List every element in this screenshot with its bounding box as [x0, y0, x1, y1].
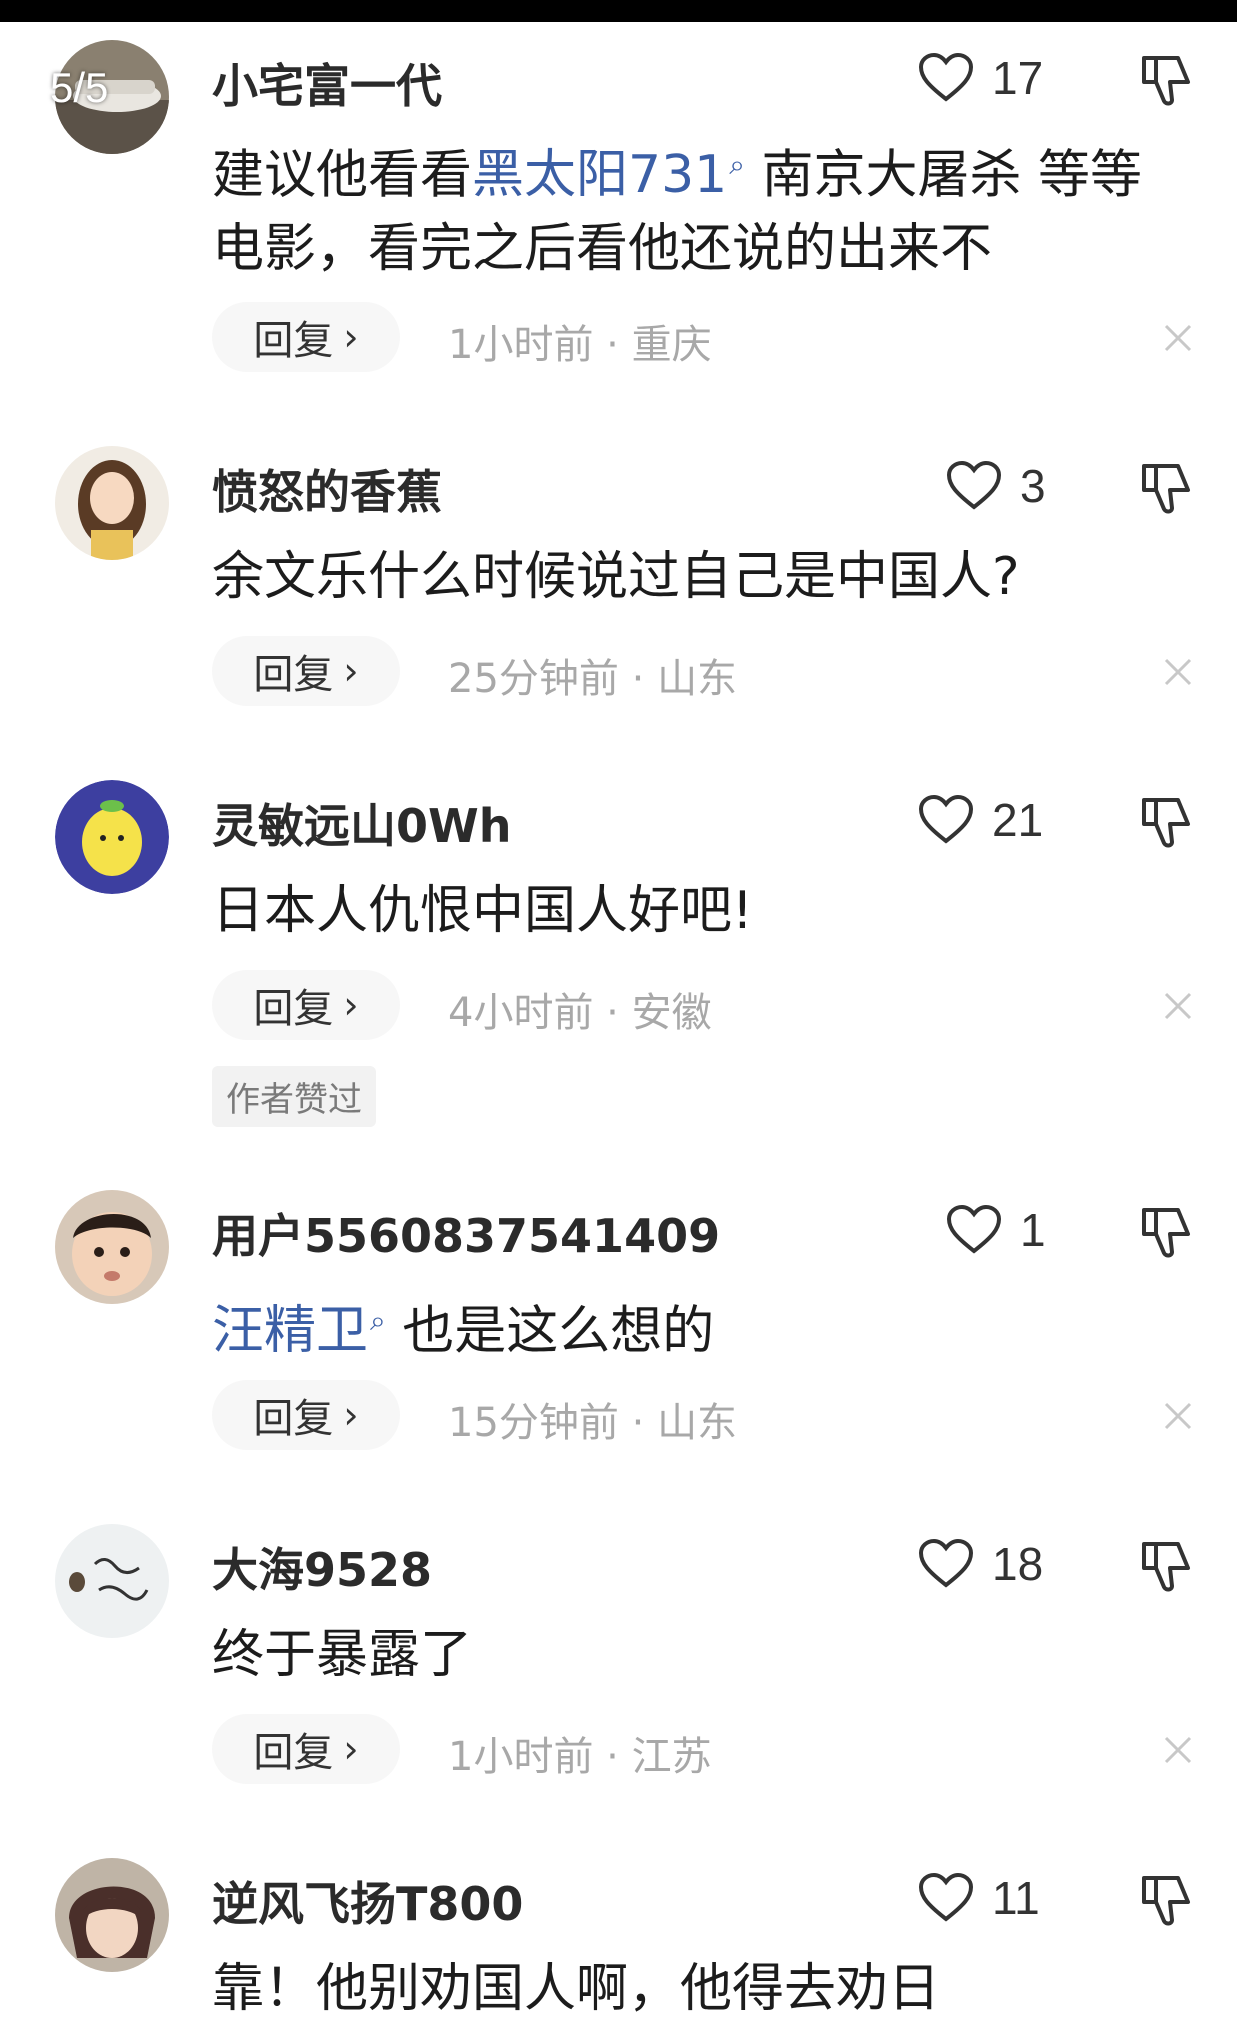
chevron-right-icon: › [343, 315, 359, 359]
avatar[interactable] [55, 1858, 169, 1972]
close-icon[interactable] [1160, 654, 1196, 690]
author-liked-badge: 作者赞过 [212, 1066, 376, 1127]
comment-time: 1小时前 [448, 1734, 594, 1780]
reply-button[interactable]: 回复 › [212, 302, 400, 372]
topic-link-label: 汪精卫 [212, 1301, 369, 1362]
avatar[interactable] [55, 780, 169, 894]
comment-meta: 4小时前 · 安徽 [448, 990, 712, 1036]
reply-button[interactable]: 回复 › [212, 1380, 400, 1450]
topic-link-label: 黑太阳731 [472, 145, 728, 206]
reply-button-label: 回复 [253, 1396, 334, 1442]
comment-text: 余文乐什么时候说过自己是中国人? [212, 547, 1020, 607]
heart-icon [946, 461, 1002, 510]
comment-meta: 1小时前 · 江苏 [448, 1734, 712, 1780]
comment-text: 建议他看看黑太阳731⌕ 南京大屠杀 等等电影，看完之后看他还说的出来不 [212, 128, 1192, 286]
comment-text: 靠！他别劝国人啊，他得去劝日 [212, 1959, 941, 2019]
comment-location: 江苏 [631, 1734, 712, 1780]
like-button[interactable]: 3 [946, 456, 1046, 516]
chevron-right-icon: › [343, 1727, 359, 1771]
comment-text-part: 也是这么想的 [385, 1301, 715, 1362]
search-icon: ⌕ [370, 1304, 386, 1337]
comment-text: 日本人仇恨中国人好吧! [212, 881, 753, 941]
dislike-icon[interactable] [1136, 1872, 1194, 1930]
like-count: 18 [992, 1538, 1044, 1590]
comment-text: 终于暴露了 [212, 1625, 473, 1685]
comment-text-part: 建议他看看 [212, 145, 473, 206]
reply-button[interactable]: 回复 › [212, 970, 400, 1040]
comment-time: 15分钟前 [448, 1400, 619, 1446]
heart-icon [918, 1539, 974, 1588]
handwriting-avatar-icon [55, 1524, 169, 1638]
close-icon[interactable] [1160, 1398, 1196, 1434]
page-indicator: 5/5 [50, 64, 109, 111]
like-count: 17 [992, 52, 1044, 104]
username[interactable]: 小宅富一代 [212, 50, 442, 116]
like-button[interactable]: 18 [918, 1534, 1043, 1594]
anime-character-avatar-icon [55, 1858, 169, 1972]
avatar[interactable] [55, 446, 169, 560]
username[interactable]: 逆风飞扬T800 [212, 1868, 523, 1934]
like-button[interactable]: 21 [918, 790, 1043, 850]
comment-time: 4小时前 [448, 990, 594, 1036]
baby-photo-avatar-icon [55, 1190, 169, 1304]
comment-location: 重庆 [631, 322, 712, 368]
reply-button[interactable]: 回复 › [212, 636, 400, 706]
comment-time: 25分钟前 [448, 656, 619, 702]
like-count: 3 [1020, 460, 1046, 512]
comment-meta: 1小时前 · 重庆 [448, 322, 712, 368]
comment-meta: 25分钟前 · 山东 [448, 656, 738, 702]
reply-button[interactable]: 回复 › [212, 1714, 400, 1784]
dislike-icon[interactable] [1136, 460, 1194, 518]
close-icon[interactable] [1160, 1732, 1196, 1768]
comment-location: 山东 [657, 656, 738, 702]
reply-button-label: 回复 [253, 986, 334, 1032]
like-button[interactable]: 17 [918, 48, 1043, 108]
comment-meta: 15分钟前 · 山东 [448, 1400, 738, 1446]
like-button[interactable]: 1 [946, 1200, 1046, 1260]
search-icon: ⌕ [729, 148, 745, 181]
topic-link[interactable]: 黑太阳731⌕ [472, 145, 745, 205]
comment-location: 山东 [657, 1400, 738, 1446]
chevron-right-icon: › [343, 1393, 359, 1437]
heart-icon [946, 1205, 1002, 1254]
status-bar [0, 0, 1237, 22]
like-count: 11 [992, 1872, 1040, 1924]
dislike-icon[interactable] [1136, 794, 1194, 852]
like-button[interactable]: 11 [918, 1868, 1040, 1928]
dislike-icon[interactable] [1136, 52, 1194, 110]
avatar[interactable] [55, 1524, 169, 1638]
like-count: 1 [1020, 1204, 1046, 1256]
girl-illustration-avatar-icon [55, 446, 169, 560]
username[interactable]: 大海9528 [212, 1534, 432, 1600]
close-icon[interactable] [1160, 988, 1196, 1024]
close-icon[interactable] [1160, 320, 1196, 356]
username[interactable]: 灵敏远山0Wh [212, 790, 512, 856]
avatar[interactable] [55, 1190, 169, 1304]
comment-location: 安徽 [631, 990, 712, 1036]
lemon-cartoon-avatar-icon [55, 780, 169, 894]
like-count: 21 [992, 794, 1044, 846]
chevron-right-icon: › [343, 649, 359, 693]
username[interactable]: 用户5560837541409 [212, 1200, 720, 1266]
reply-button-label: 回复 [253, 652, 334, 698]
heart-icon [918, 795, 974, 844]
dislike-icon[interactable] [1136, 1538, 1194, 1596]
username[interactable]: 愤怒的香蕉 [212, 456, 442, 522]
reply-button-label: 回复 [253, 1730, 334, 1776]
chevron-right-icon: › [343, 983, 359, 1027]
reply-button-label: 回复 [253, 318, 334, 364]
topic-link[interactable]: 汪精卫⌕ [212, 1301, 386, 1361]
heart-icon [918, 53, 974, 102]
dislike-icon[interactable] [1136, 1204, 1194, 1262]
comment-time: 1小时前 [448, 322, 594, 368]
comment-text: 汪精卫⌕ 也是这么想的 [212, 1284, 1192, 1368]
heart-icon [918, 1873, 974, 1922]
